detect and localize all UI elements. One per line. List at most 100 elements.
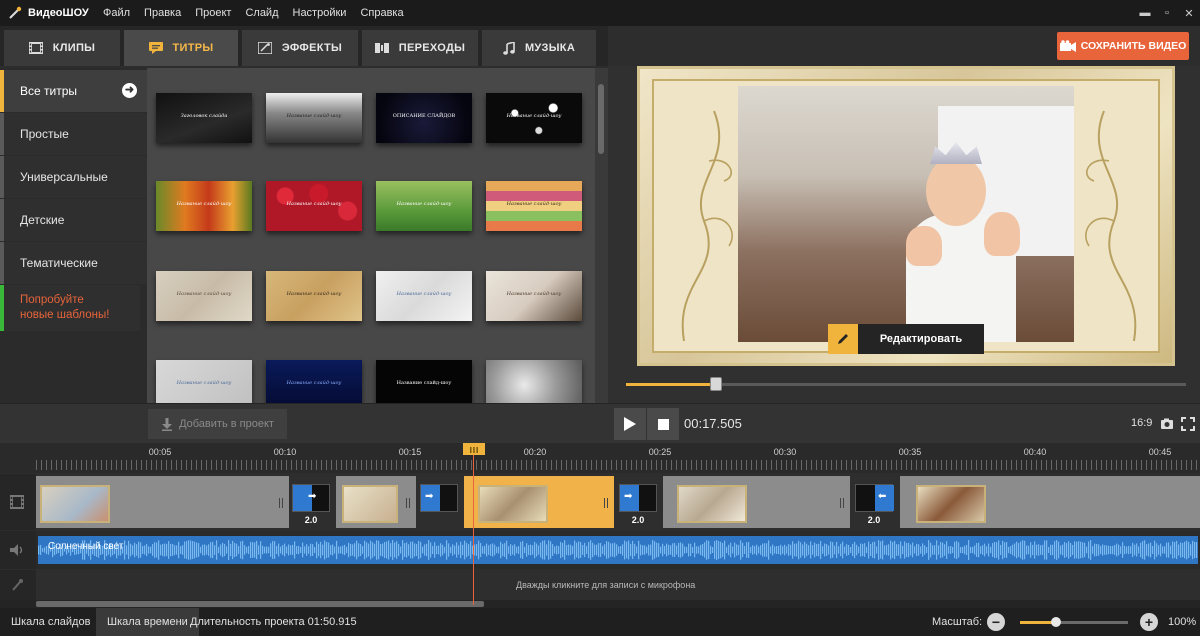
resize-handle[interactable] xyxy=(840,498,844,508)
transition-block[interactable]: ➡ xyxy=(420,484,458,512)
maximize-icon[interactable]: ▫ xyxy=(1156,0,1178,26)
menu-file[interactable]: Файл xyxy=(96,7,137,19)
transition-block[interactable]: ⬅ 2.0 xyxy=(855,484,894,525)
title-thumbnail[interactable]: ОПИСАНИЕ СЛАЙДОВ xyxy=(376,93,472,143)
category-thematic[interactable]: Тематические xyxy=(0,242,147,284)
tab-timeline-view[interactable]: Шкала времени xyxy=(96,608,199,636)
waveform-bar xyxy=(818,543,820,557)
menu-settings[interactable]: Настройки xyxy=(286,7,354,19)
waveform-bar xyxy=(1150,542,1152,558)
tab-music[interactable]: МУЗЫКА xyxy=(482,30,596,66)
timeline-ruler[interactable]: 00:05 00:10 00:15 00:20 00:25 00:30 00:3… xyxy=(0,443,1200,473)
title-thumbnail[interactable]: Название слайд-шоу xyxy=(266,181,362,231)
tab-effects[interactable]: ЭФФЕКТЫ xyxy=(242,30,358,66)
title-thumbnail[interactable]: Название слайд-шоу xyxy=(376,360,472,403)
zoom-out-button[interactable]: − xyxy=(987,613,1005,631)
menu-project[interactable]: Проект xyxy=(188,7,238,19)
resize-handle[interactable] xyxy=(279,498,283,508)
waveform-bar xyxy=(324,540,326,560)
category-try-new-templates[interactable]: Попробуйте новые шаблоны! xyxy=(0,285,140,331)
tab-slides-view[interactable]: Шкала слайдов xyxy=(0,608,101,636)
menu-edit[interactable]: Правка xyxy=(137,7,188,19)
save-video-button[interactable]: СОХРАНИТЬ ВИДЕО xyxy=(1057,32,1189,60)
waveform-bar xyxy=(1050,544,1052,556)
edit-button[interactable]: Редактировать xyxy=(828,324,984,354)
seek-handle[interactable] xyxy=(709,377,722,391)
title-thumbnail[interactable]: Название слайд-шоу xyxy=(376,181,472,231)
slide-clip[interactable] xyxy=(900,476,1200,528)
add-to-project-button[interactable]: Добавить в проект xyxy=(148,409,287,439)
waveform-bar xyxy=(1120,546,1122,554)
title-thumbnail[interactable]: Название слайд-шоу xyxy=(156,271,252,321)
resize-handle[interactable] xyxy=(604,498,608,508)
waveform-bar xyxy=(376,540,378,560)
zoom-slider-handle[interactable] xyxy=(1050,617,1061,627)
title-thumbnail[interactable]: Название слайд-шоу xyxy=(486,93,582,143)
slide-clip[interactable] xyxy=(336,476,416,528)
title-thumbnail[interactable]: Название слайд-шоу xyxy=(486,271,582,321)
waveform-bar xyxy=(718,541,720,559)
waveform-bar xyxy=(870,543,872,557)
title-thumbnail[interactable]: Название слайд-шоу xyxy=(266,360,362,403)
slide-clip[interactable] xyxy=(36,476,289,528)
microphone-icon xyxy=(12,579,23,591)
waveform-bar xyxy=(552,544,554,556)
waveform-bar xyxy=(1020,541,1022,559)
waveform-bar xyxy=(986,546,988,554)
waveform-bar xyxy=(706,540,708,560)
preview-seekbar[interactable] xyxy=(626,377,1186,391)
title-thumbnail[interactable] xyxy=(486,360,582,403)
tab-titles[interactable]: ТИТРЫ xyxy=(124,30,238,66)
transition-block[interactable]: ➡ 2.0 xyxy=(292,484,330,525)
audio-clip[interactable]: Солнечный свет xyxy=(38,536,1198,564)
timeline-scrollbar[interactable] xyxy=(0,600,1200,608)
microphone-track[interactable]: Дважды кликните для записи с микрофона xyxy=(36,570,1200,600)
title-thumbnail[interactable]: Название слайд-шоу xyxy=(266,93,362,143)
waveform-bar xyxy=(1064,542,1066,558)
waveform-bar xyxy=(1018,542,1020,558)
tab-transitions[interactable]: ПЕРЕХОДЫ xyxy=(362,30,478,66)
waveform-bar xyxy=(880,541,882,559)
minimize-icon[interactable]: ▬ xyxy=(1134,0,1156,26)
snapshot-camera-icon[interactable] xyxy=(1160,417,1174,431)
play-button[interactable] xyxy=(614,408,646,440)
waveform-bar xyxy=(844,546,846,554)
slide-clip-selected[interactable] xyxy=(464,476,614,528)
category-all[interactable]: Все титры ➜ xyxy=(0,70,147,112)
category-simple[interactable]: Простые xyxy=(0,113,147,155)
arrow-right-icon: ➜ xyxy=(122,83,137,98)
title-thumbnail[interactable]: Название слайд-шоу xyxy=(486,181,582,231)
transition-block[interactable]: ➡ 2.0 xyxy=(619,484,657,525)
playhead-handle[interactable] xyxy=(463,443,485,455)
title-thumbnail[interactable]: Заголовок слайда xyxy=(156,93,252,143)
audio-track: Солнечный свет xyxy=(36,531,1200,569)
zoom-slider[interactable] xyxy=(1020,617,1128,627)
waveform-bar xyxy=(142,546,144,554)
timeline-scroll-thumb[interactable] xyxy=(36,601,484,607)
gallery-scrollbar[interactable] xyxy=(595,68,608,403)
category-kids[interactable]: Детские xyxy=(0,199,147,241)
waveform-bar xyxy=(1010,546,1012,554)
waveform-bar xyxy=(242,540,244,560)
waveform-bar xyxy=(740,540,742,560)
slide-clip[interactable] xyxy=(663,476,850,528)
menu-slide[interactable]: Слайд xyxy=(238,7,285,19)
title-thumbnail[interactable]: Название слайд-шоу xyxy=(156,360,252,403)
category-universal[interactable]: Универсальные xyxy=(0,156,147,198)
menu-help[interactable]: Справка xyxy=(353,7,410,19)
fullscreen-icon[interactable] xyxy=(1181,417,1195,431)
tab-clips[interactable]: КЛИПЫ xyxy=(4,30,120,66)
waveform-bar xyxy=(398,543,400,557)
scrollbar-thumb[interactable] xyxy=(598,84,604,154)
waveform-bar xyxy=(448,543,450,557)
resize-handle[interactable] xyxy=(406,498,410,508)
zoom-in-button[interactable]: + xyxy=(1140,613,1158,631)
title-thumbnail[interactable]: Название слайд-шоу xyxy=(156,181,252,231)
title-thumbnail[interactable]: Название слайд-шоу xyxy=(376,271,472,321)
stop-button[interactable] xyxy=(647,408,679,440)
waveform-bar xyxy=(1014,543,1016,557)
waveform-bar xyxy=(306,544,308,556)
title-thumbnail[interactable]: Название слайд-шоу xyxy=(266,271,362,321)
aspect-ratio-toggle[interactable]: 16:9 xyxy=(1131,417,1152,429)
close-icon[interactable]: ✕ xyxy=(1178,0,1200,26)
